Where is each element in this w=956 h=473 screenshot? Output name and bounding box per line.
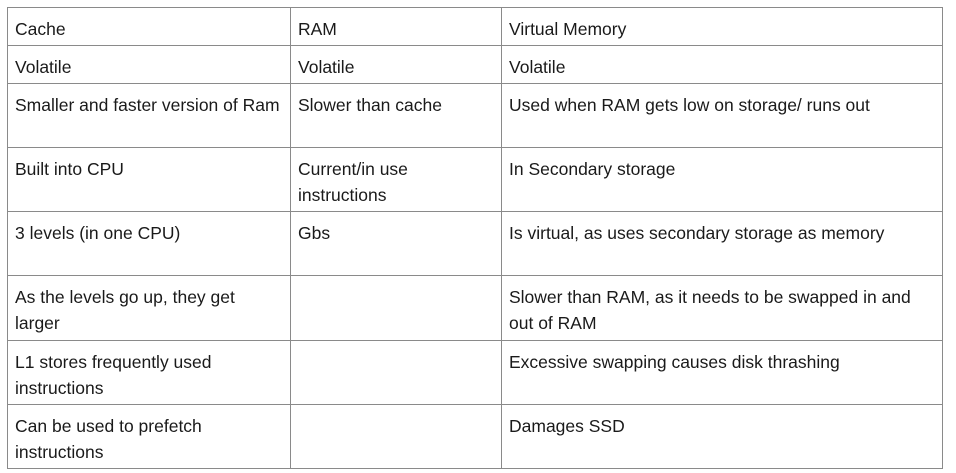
table-cell: Volatile <box>7 45 291 84</box>
table-cell <box>290 275 502 341</box>
table-cell: Used when RAM gets low on storage/ runs … <box>501 83 943 148</box>
comparison-table: Cache RAM Virtual Memory Volatile Volati… <box>7 7 943 469</box>
table-row: 3 levels (in one CPU) Gbs Is virtual, as… <box>7 211 943 276</box>
table-row: Built into CPU Current/in use instructio… <box>7 147 943 212</box>
table-header-row: Cache RAM Virtual Memory <box>7 7 943 46</box>
table-cell: 3 levels (in one CPU) <box>7 211 291 276</box>
table-row: Volatile Volatile Volatile <box>7 45 943 84</box>
table-row: Can be used to prefetch instructions Dam… <box>7 404 943 469</box>
table-row: Smaller and faster version of Ram Slower… <box>7 83 943 148</box>
table-cell: L1 stores frequently used instructions <box>7 340 291 405</box>
table-cell: Smaller and faster version of Ram <box>7 83 291 148</box>
table-cell: Volatile <box>290 45 502 84</box>
table-cell <box>290 340 502 405</box>
table-cell: In Secondary storage <box>501 147 943 212</box>
table-cell <box>290 404 502 469</box>
table-cell: Can be used to prefetch instructions <box>7 404 291 469</box>
table-cell: As the levels go up, they get larger <box>7 275 291 341</box>
table-cell: Damages SSD <box>501 404 943 469</box>
header-cell-cache: Cache <box>7 7 291 46</box>
table-cell: Volatile <box>501 45 943 84</box>
table-cell: Excessive swapping causes disk thrashing <box>501 340 943 405</box>
table-row: L1 stores frequently used instructions E… <box>7 340 943 405</box>
header-cell-virtual-memory: Virtual Memory <box>501 7 943 46</box>
header-cell-ram: RAM <box>290 7 502 46</box>
table-cell: Gbs <box>290 211 502 276</box>
table-cell: Is virtual, as uses secondary storage as… <box>501 211 943 276</box>
table-cell: Slower than RAM, as it needs to be swapp… <box>501 275 943 341</box>
table-cell: Built into CPU <box>7 147 291 212</box>
table-cell: Slower than cache <box>290 83 502 148</box>
document-page: Cache RAM Virtual Memory Volatile Volati… <box>0 0 956 473</box>
table-cell: Current/in use instructions <box>290 147 502 212</box>
table-row: As the levels go up, they get larger Slo… <box>7 275 943 341</box>
